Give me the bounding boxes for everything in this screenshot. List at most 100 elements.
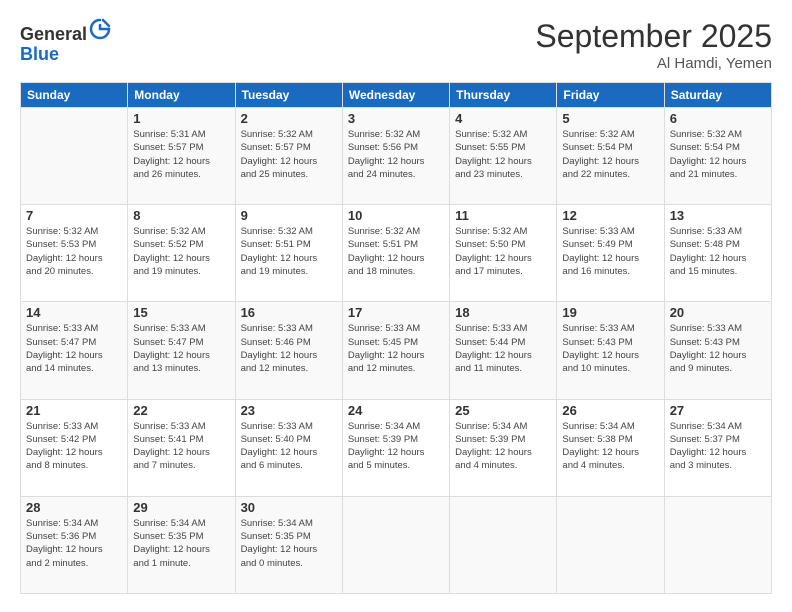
table-cell: 4 Sunrise: 5:32 AM Sunset: 5:55 PM Daylig… [450,108,557,205]
table-cell: 20 Sunrise: 5:33 AM Sunset: 5:43 PM Dayli… [664,302,771,399]
day-number: 29 [133,500,229,515]
day-number: 13 [670,208,766,223]
day-number: 23 [241,403,337,418]
day-info: Sunrise: 5:32 AM Sunset: 5:51 PM Dayligh… [348,225,444,278]
logo-text: General Blue [20,18,111,65]
day-number: 9 [241,208,337,223]
table-cell: 29 Sunrise: 5:34 AM Sunset: 5:35 PM Dayli… [128,496,235,593]
day-number: 12 [562,208,658,223]
table-cell: 15 Sunrise: 5:33 AM Sunset: 5:47 PM Dayli… [128,302,235,399]
day-number: 21 [26,403,122,418]
day-number: 28 [26,500,122,515]
day-info: Sunrise: 5:32 AM Sunset: 5:51 PM Dayligh… [241,225,337,278]
day-info: Sunrise: 5:34 AM Sunset: 5:38 PM Dayligh… [562,420,658,473]
day-number: 18 [455,305,551,320]
table-cell: 17 Sunrise: 5:33 AM Sunset: 5:45 PM Dayli… [342,302,449,399]
week-row-2: 7 Sunrise: 5:32 AM Sunset: 5:53 PM Daylig… [21,205,772,302]
day-info: Sunrise: 5:32 AM Sunset: 5:56 PM Dayligh… [348,128,444,181]
table-cell [557,496,664,593]
day-info: Sunrise: 5:33 AM Sunset: 5:41 PM Dayligh… [133,420,229,473]
week-row-4: 21 Sunrise: 5:33 AM Sunset: 5:42 PM Dayli… [21,399,772,496]
day-number: 2 [241,111,337,126]
logo-general: General [20,24,87,44]
col-tuesday: Tuesday [235,83,342,108]
day-number: 10 [348,208,444,223]
day-info: Sunrise: 5:32 AM Sunset: 5:50 PM Dayligh… [455,225,551,278]
table-cell: 9 Sunrise: 5:32 AM Sunset: 5:51 PM Daylig… [235,205,342,302]
day-number: 4 [455,111,551,126]
day-info: Sunrise: 5:32 AM Sunset: 5:55 PM Dayligh… [455,128,551,181]
table-cell: 8Sunrise: 5:32 AM Sunset: 5:52 PM Daylig… [128,205,235,302]
day-info: Sunrise: 5:32 AM Sunset: 5:54 PM Dayligh… [670,128,766,181]
col-sunday: Sunday [21,83,128,108]
day-info: Sunrise: 5:33 AM Sunset: 5:48 PM Dayligh… [670,225,766,278]
title-section: September 2025 Al Hamdi, Yemen [535,18,772,72]
day-info: Sunrise: 5:33 AM Sunset: 5:47 PM Dayligh… [133,322,229,375]
day-number: 22 [133,403,229,418]
day-number: 19 [562,305,658,320]
day-number: 20 [670,305,766,320]
day-number: 15 [133,305,229,320]
table-cell: 1 Sunrise: 5:31 AM Sunset: 5:57 PM Daylig… [128,108,235,205]
table-cell: 19Sunrise: 5:33 AM Sunset: 5:43 PM Dayli… [557,302,664,399]
table-cell: 26 Sunrise: 5:34 AM Sunset: 5:38 PM Dayli… [557,399,664,496]
day-number: 1 [133,111,229,126]
week-row-5: 28 Sunrise: 5:34 AM Sunset: 5:36 PM Dayli… [21,496,772,593]
table-cell: 28 Sunrise: 5:34 AM Sunset: 5:36 PM Dayli… [21,496,128,593]
day-number: 24 [348,403,444,418]
day-info: Sunrise: 5:33 AM Sunset: 5:46 PM Dayligh… [241,322,337,375]
day-info: Sunrise: 5:34 AM Sunset: 5:35 PM Dayligh… [241,517,337,570]
day-number: 6 [670,111,766,126]
day-number: 30 [241,500,337,515]
table-cell: 21 Sunrise: 5:33 AM Sunset: 5:42 PM Dayli… [21,399,128,496]
table-cell: 5Sunrise: 5:32 AM Sunset: 5:54 PM Daylig… [557,108,664,205]
day-info: Sunrise: 5:34 AM Sunset: 5:36 PM Dayligh… [26,517,122,570]
table-cell: 16 Sunrise: 5:33 AM Sunset: 5:46 PM Dayli… [235,302,342,399]
day-info: Sunrise: 5:34 AM Sunset: 5:35 PM Dayligh… [133,517,229,570]
table-cell: 12 Sunrise: 5:33 AM Sunset: 5:49 PM Dayli… [557,205,664,302]
col-monday: Monday [128,83,235,108]
table-cell: 6 Sunrise: 5:32 AM Sunset: 5:54 PM Daylig… [664,108,771,205]
header: General Blue September 2025 Al Hamdi, Ye… [20,18,772,72]
table-cell [450,496,557,593]
day-number: 16 [241,305,337,320]
table-cell: 2 Sunrise: 5:32 AM Sunset: 5:57 PM Daylig… [235,108,342,205]
calendar-body: 1 Sunrise: 5:31 AM Sunset: 5:57 PM Daylig… [21,108,772,594]
day-info: Sunrise: 5:33 AM Sunset: 5:43 PM Dayligh… [670,322,766,375]
table-cell: 23 Sunrise: 5:33 AM Sunset: 5:40 PM Dayli… [235,399,342,496]
day-info: Sunrise: 5:32 AM Sunset: 5:54 PM Dayligh… [562,128,658,181]
day-info: Sunrise: 5:33 AM Sunset: 5:40 PM Dayligh… [241,420,337,473]
day-info: Sunrise: 5:32 AM Sunset: 5:57 PM Dayligh… [241,128,337,181]
table-cell: 11Sunrise: 5:32 AM Sunset: 5:50 PM Dayli… [450,205,557,302]
week-row-1: 1 Sunrise: 5:31 AM Sunset: 5:57 PM Daylig… [21,108,772,205]
header-row: Sunday Monday Tuesday Wednesday Thursday… [21,83,772,108]
col-friday: Friday [557,83,664,108]
page: General Blue September 2025 Al Hamdi, Ye… [0,0,792,612]
table-cell: 14 Sunrise: 5:33 AM Sunset: 5:47 PM Dayli… [21,302,128,399]
location-title: Al Hamdi, Yemen [535,55,772,72]
day-number: 26 [562,403,658,418]
day-number: 27 [670,403,766,418]
col-thursday: Thursday [450,83,557,108]
table-cell: 10 Sunrise: 5:32 AM Sunset: 5:51 PM Dayli… [342,205,449,302]
table-cell: 25Sunrise: 5:34 AM Sunset: 5:39 PM Dayli… [450,399,557,496]
day-number: 3 [348,111,444,126]
day-info: Sunrise: 5:31 AM Sunset: 5:57 PM Dayligh… [133,128,229,181]
day-number: 14 [26,305,122,320]
day-info: Sunrise: 5:33 AM Sunset: 5:42 PM Dayligh… [26,420,122,473]
day-info: Sunrise: 5:34 AM Sunset: 5:39 PM Dayligh… [455,420,551,473]
day-number: 7 [26,208,122,223]
day-info: Sunrise: 5:34 AM Sunset: 5:39 PM Dayligh… [348,420,444,473]
day-info: Sunrise: 5:33 AM Sunset: 5:47 PM Dayligh… [26,322,122,375]
table-cell: 22 Sunrise: 5:33 AM Sunset: 5:41 PM Dayli… [128,399,235,496]
day-number: 17 [348,305,444,320]
day-info: Sunrise: 5:33 AM Sunset: 5:49 PM Dayligh… [562,225,658,278]
day-info: Sunrise: 5:34 AM Sunset: 5:37 PM Dayligh… [670,420,766,473]
table-cell: 3 Sunrise: 5:32 AM Sunset: 5:56 PM Daylig… [342,108,449,205]
col-wednesday: Wednesday [342,83,449,108]
table-cell [342,496,449,593]
day-info: Sunrise: 5:32 AM Sunset: 5:53 PM Dayligh… [26,225,122,278]
day-info: Sunrise: 5:33 AM Sunset: 5:45 PM Dayligh… [348,322,444,375]
table-cell: 18Sunrise: 5:33 AM Sunset: 5:44 PM Dayli… [450,302,557,399]
table-cell [664,496,771,593]
